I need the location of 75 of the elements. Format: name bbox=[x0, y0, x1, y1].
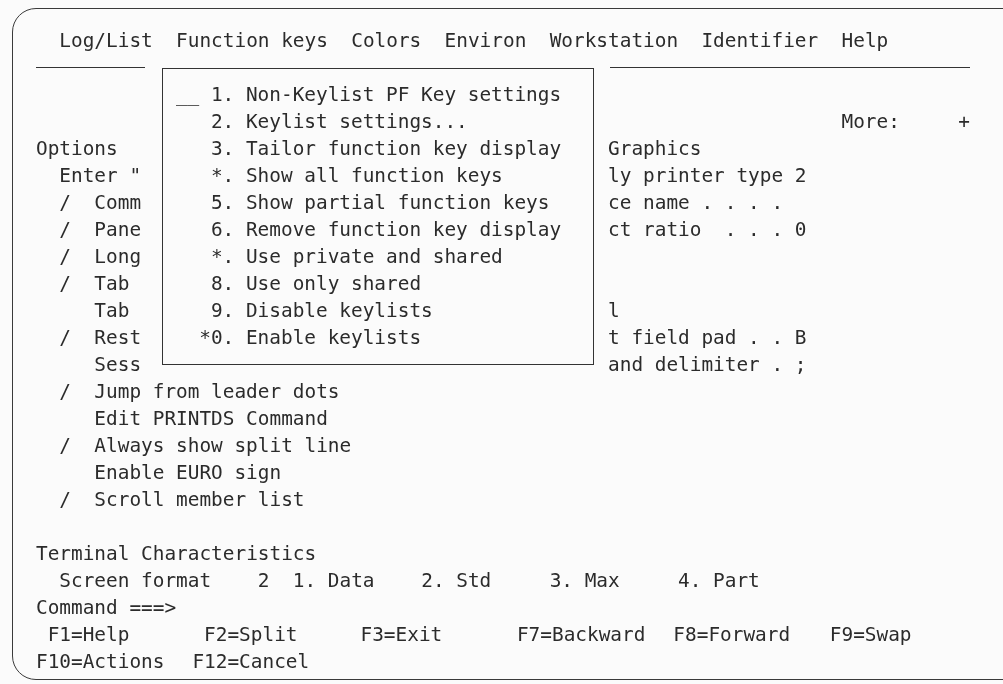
setting-text: l bbox=[608, 298, 620, 324]
option-number: 5. bbox=[209, 189, 235, 216]
setting-text: t field pad . . B bbox=[608, 325, 807, 351]
option-label[interactable]: Always show split line bbox=[94, 432, 352, 459]
option-label[interactable]: Edit PRINTDS Command bbox=[94, 405, 328, 432]
menu-item[interactable]: Function keys bbox=[176, 27, 328, 54]
menu-option[interactable]: Show all function keys bbox=[245, 161, 503, 189]
command-label: Command ===> bbox=[36, 595, 177, 621]
input-field[interactable]: __ bbox=[175, 80, 200, 108]
function-key[interactable]: F7=Backward bbox=[516, 623, 646, 646]
option-number: 8. bbox=[209, 270, 235, 297]
menu-option[interactable]: Enable keylists bbox=[245, 323, 422, 351]
function-key[interactable]: F10=Actions bbox=[36, 650, 165, 673]
menu-option[interactable]: Disable keylists bbox=[245, 296, 433, 324]
choice-text: 4. Part bbox=[678, 568, 761, 594]
option-number: 1. bbox=[209, 81, 235, 108]
menu-option[interactable]: Show partial function keys bbox=[245, 188, 550, 216]
selected-mark: / bbox=[59, 434, 72, 457]
setting-text: and delimiter . ; bbox=[608, 352, 807, 378]
more-label: More: bbox=[841, 109, 900, 135]
option-label[interactable]: Long bbox=[94, 243, 142, 270]
menu-item[interactable]: Colors bbox=[351, 27, 422, 54]
section-heading: Terminal Characteristics bbox=[36, 541, 317, 567]
function-key[interactable]: F3=Exit bbox=[360, 623, 443, 646]
menu-option[interactable]: Non-Keylist PF Key settings bbox=[245, 80, 562, 108]
menu-item[interactable]: Workstation bbox=[549, 27, 679, 54]
selected-mark: / bbox=[59, 218, 72, 241]
setting-text: ce name . . . . bbox=[608, 190, 784, 216]
selected-mark: / bbox=[59, 380, 72, 403]
option-number: *. bbox=[209, 243, 235, 270]
option-number: 9. bbox=[209, 297, 235, 324]
menu-option[interactable]: Tailor function key display bbox=[245, 134, 562, 162]
option-number: 6. bbox=[209, 216, 235, 243]
option-number: 2. bbox=[209, 108, 235, 135]
menu-option[interactable]: Remove function key display bbox=[245, 215, 562, 243]
choice-text: 3. Max bbox=[549, 568, 621, 594]
function-key[interactable]: F12=Cancel bbox=[192, 650, 310, 673]
scroll-indicator: + bbox=[958, 109, 970, 135]
option-label[interactable]: Pane bbox=[94, 216, 142, 243]
menu-item[interactable]: Help bbox=[841, 27, 889, 54]
selected-mark: / bbox=[59, 245, 72, 268]
selected-mark: / bbox=[59, 191, 72, 214]
field-label: Screen format bbox=[59, 568, 213, 594]
selected-mark: / bbox=[59, 488, 72, 511]
setting-text: ct ratio . . . 0 bbox=[608, 217, 807, 243]
function-key[interactable]: F9=Swap bbox=[829, 623, 912, 646]
option-number: 3. bbox=[209, 135, 235, 162]
menu-item[interactable]: Identifier bbox=[701, 27, 819, 54]
field-value[interactable]: 2 bbox=[257, 567, 293, 594]
function-key[interactable]: F8=Forward bbox=[673, 623, 791, 646]
setting-text: ly printer type 2 bbox=[608, 163, 807, 189]
option-label[interactable]: Comm bbox=[94, 189, 142, 216]
option-label[interactable]: Scroll member list bbox=[94, 486, 305, 513]
function-key[interactable]: F2=Split bbox=[204, 623, 298, 646]
menu-option[interactable]: Keylist settings... bbox=[245, 107, 468, 135]
instruction-text: Enter " bbox=[59, 163, 142, 189]
setting-text: Graphics bbox=[608, 136, 702, 162]
menu-item[interactable]: Environ bbox=[444, 27, 527, 54]
function-key[interactable]: F1=Help bbox=[47, 623, 130, 646]
selected-mark: / bbox=[59, 326, 72, 349]
menu-item[interactable]: Log/List bbox=[59, 27, 153, 54]
option-label[interactable]: Jump from leader dots bbox=[94, 378, 340, 405]
option-label[interactable]: Tab bbox=[94, 270, 130, 297]
choice-text: 2. Std bbox=[421, 568, 493, 594]
menu-option[interactable]: Use only shared bbox=[245, 269, 422, 297]
option-label[interactable]: Tab bbox=[94, 297, 130, 324]
option-number: *. bbox=[209, 162, 235, 189]
option-number: *0. bbox=[199, 324, 235, 351]
option-label[interactable]: Enable EURO sign bbox=[94, 459, 282, 486]
choice-text: 1. Data bbox=[292, 568, 376, 594]
menu-option[interactable]: Use private and shared bbox=[245, 242, 503, 270]
section-heading: Options bbox=[36, 136, 118, 162]
option-label[interactable]: Rest bbox=[94, 324, 142, 351]
option-label[interactable]: Sess bbox=[94, 351, 142, 378]
selected-mark: / bbox=[59, 272, 72, 295]
